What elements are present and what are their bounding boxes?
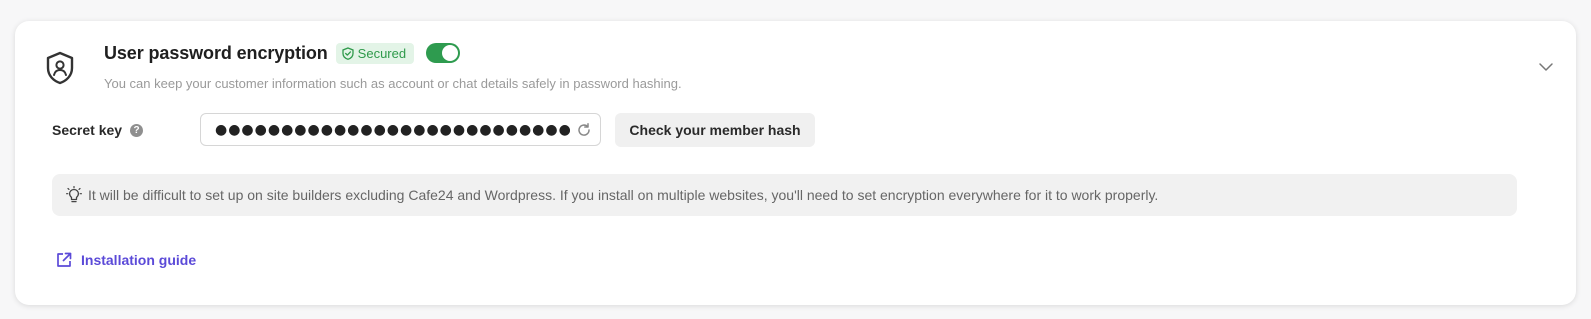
status-badge: Secured	[335, 42, 415, 64]
secret-key-label-row: Secret key ?	[52, 122, 144, 138]
help-icon[interactable]: ?	[130, 123, 144, 137]
refresh-icon[interactable]	[576, 122, 592, 138]
section-description: You can keep your customer information s…	[104, 76, 682, 91]
toggle-knob	[442, 45, 459, 61]
encryption-toggle[interactable]	[426, 43, 461, 63]
secret-key-input[interactable]	[213, 120, 572, 139]
user-shield-icon	[46, 51, 74, 85]
section-title: User password encryption	[104, 42, 328, 63]
encryption-card: User password encryption Secured You can…	[15, 21, 1576, 305]
external-link-icon	[57, 252, 72, 267]
shield-check-icon	[342, 46, 354, 60]
chevron-down-icon[interactable]	[1538, 59, 1554, 75]
badge-label: Secured	[357, 45, 407, 61]
installation-guide-link[interactable]: Installation guide	[55, 251, 196, 269]
title-row: User password encryption Secured	[104, 41, 461, 65]
secret-key-field	[200, 113, 601, 146]
check-member-hash-button[interactable]: Check your member hash	[615, 113, 815, 147]
secret-key-label: Secret key	[52, 122, 123, 138]
notice-text: It will be difficult to set up on site b…	[88, 187, 1159, 203]
notice-banner: It will be difficult to set up on site b…	[52, 174, 1517, 216]
lightbulb-icon	[66, 186, 82, 203]
installation-guide-label: Installation guide	[81, 252, 197, 268]
